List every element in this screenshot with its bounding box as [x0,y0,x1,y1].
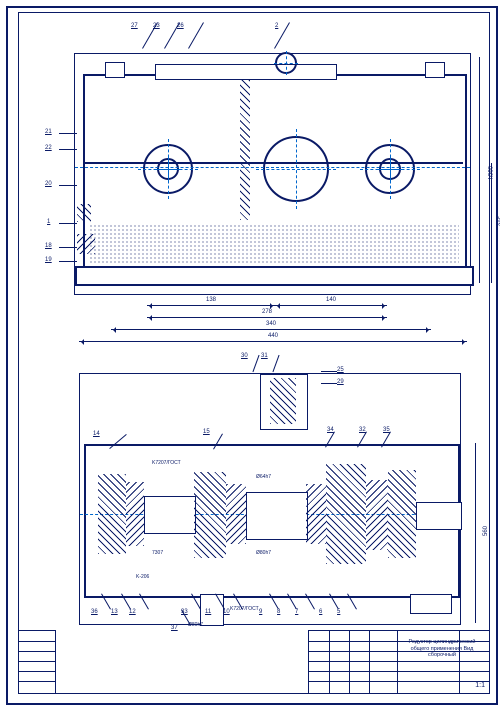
dim-340-text: 340 [266,321,276,327]
shaft-boss-2 [263,136,329,202]
balloon-34: 34 [321,439,329,447]
output-cap [388,470,416,558]
balloon-26: 26 [181,35,189,43]
dim-138 [147,305,275,306]
bottom-view-plan: K7207/ГОСТ 7307 Ø64h7 Ø80h7 K-206 K7207/… [79,373,461,625]
drawing-title: Редуктор цилиндрический общего применени… [401,639,483,659]
dim-278-text: 278 [262,309,272,315]
label-7307: 7307 [152,550,163,556]
int-shaft-block [246,492,308,540]
balloon-27: 27 [135,35,143,43]
stage2-gear [326,464,366,564]
center-bolt-section [240,80,250,220]
balloon-1: 1 [59,223,67,231]
balloon-21: 21 [59,133,67,141]
dim-140-text: 140 [326,297,336,303]
base-flange [75,266,474,286]
balloon-15: 15 [209,441,217,449]
balloon-12: 12 [135,601,143,609]
dim-305 [491,163,492,283]
shaft-end-down [200,594,224,626]
drain-plug [77,234,95,254]
balloon-10: 10 [229,601,237,609]
balloon-30: 30 [247,363,255,371]
sight-glass [77,204,91,222]
shaft-bore-3 [379,158,401,180]
balloon-25: 25 [321,371,329,379]
rev-block [19,630,56,693]
oil-level-zone [89,224,459,264]
label-64h7: Ø64h7 [256,474,271,480]
balloon-7: 7 [301,601,309,609]
balloon-11: 11 [211,601,219,609]
balloon-8: 8 [283,601,291,609]
inspection-cover [155,64,337,80]
balloon-31: 31 [267,363,275,371]
dim-440-text: 440 [268,333,278,339]
foot-pad [410,594,452,614]
label-k206: K-206 [136,574,149,580]
top-boss-hatch [270,378,296,424]
input-cap [98,474,126,554]
lift-eye-right [425,62,445,78]
label-bearing1: K7207/ГОСТ [152,460,181,466]
top-view-housing [74,53,471,295]
balloon-33: 33 [187,601,195,609]
dim-560 [479,57,480,283]
dim-278 [147,317,387,318]
int-bearing-r [306,484,326,544]
balloon-6: 6 [325,601,333,609]
balloon-14: 14 [107,441,115,449]
shaft-bore-1 [157,158,179,180]
balloon-18: 18 [59,247,67,255]
output-shaft-ext [416,502,462,530]
title-block: Редуктор цилиндрический общего применени… [308,630,489,693]
balloon-2: 2 [267,35,275,43]
balloon-20: 20 [59,185,67,193]
balloon-22: 22 [59,149,67,157]
balloon-37: 37 [177,617,185,625]
balloon-29: 29 [321,383,329,391]
balloon-13: 13 [117,601,125,609]
balloon-5: 5 [343,601,351,609]
lift-eye-left [105,62,125,78]
balloon-9: 9 [265,601,273,609]
dim-440 [79,341,467,342]
input-pinion [144,496,196,534]
balloon-23: 23 [157,35,165,43]
dim-138-text: 138 [206,297,216,303]
output-bearing [366,480,388,550]
inner-frame: 27 23 26 2 21 22 20 1 18 19 138 140 278 … [18,12,490,694]
int-bearing-l [226,484,246,544]
dim-h-bottom-text: 560 [483,526,489,536]
label-80h7: Ø80h7 [256,550,271,556]
input-bearing-l [126,482,144,546]
balloon-19: 19 [59,261,67,269]
dim-140 [275,305,387,306]
dim-340 [111,329,431,330]
sheet-scale: 1:1 [475,682,485,689]
breather-cap [275,52,297,74]
stage1-gear [194,472,226,558]
balloon-32: 32 [353,439,361,447]
balloon-36: 36 [97,601,105,609]
dim-h-bottom [475,443,476,623]
balloon-35: 35 [377,439,385,447]
